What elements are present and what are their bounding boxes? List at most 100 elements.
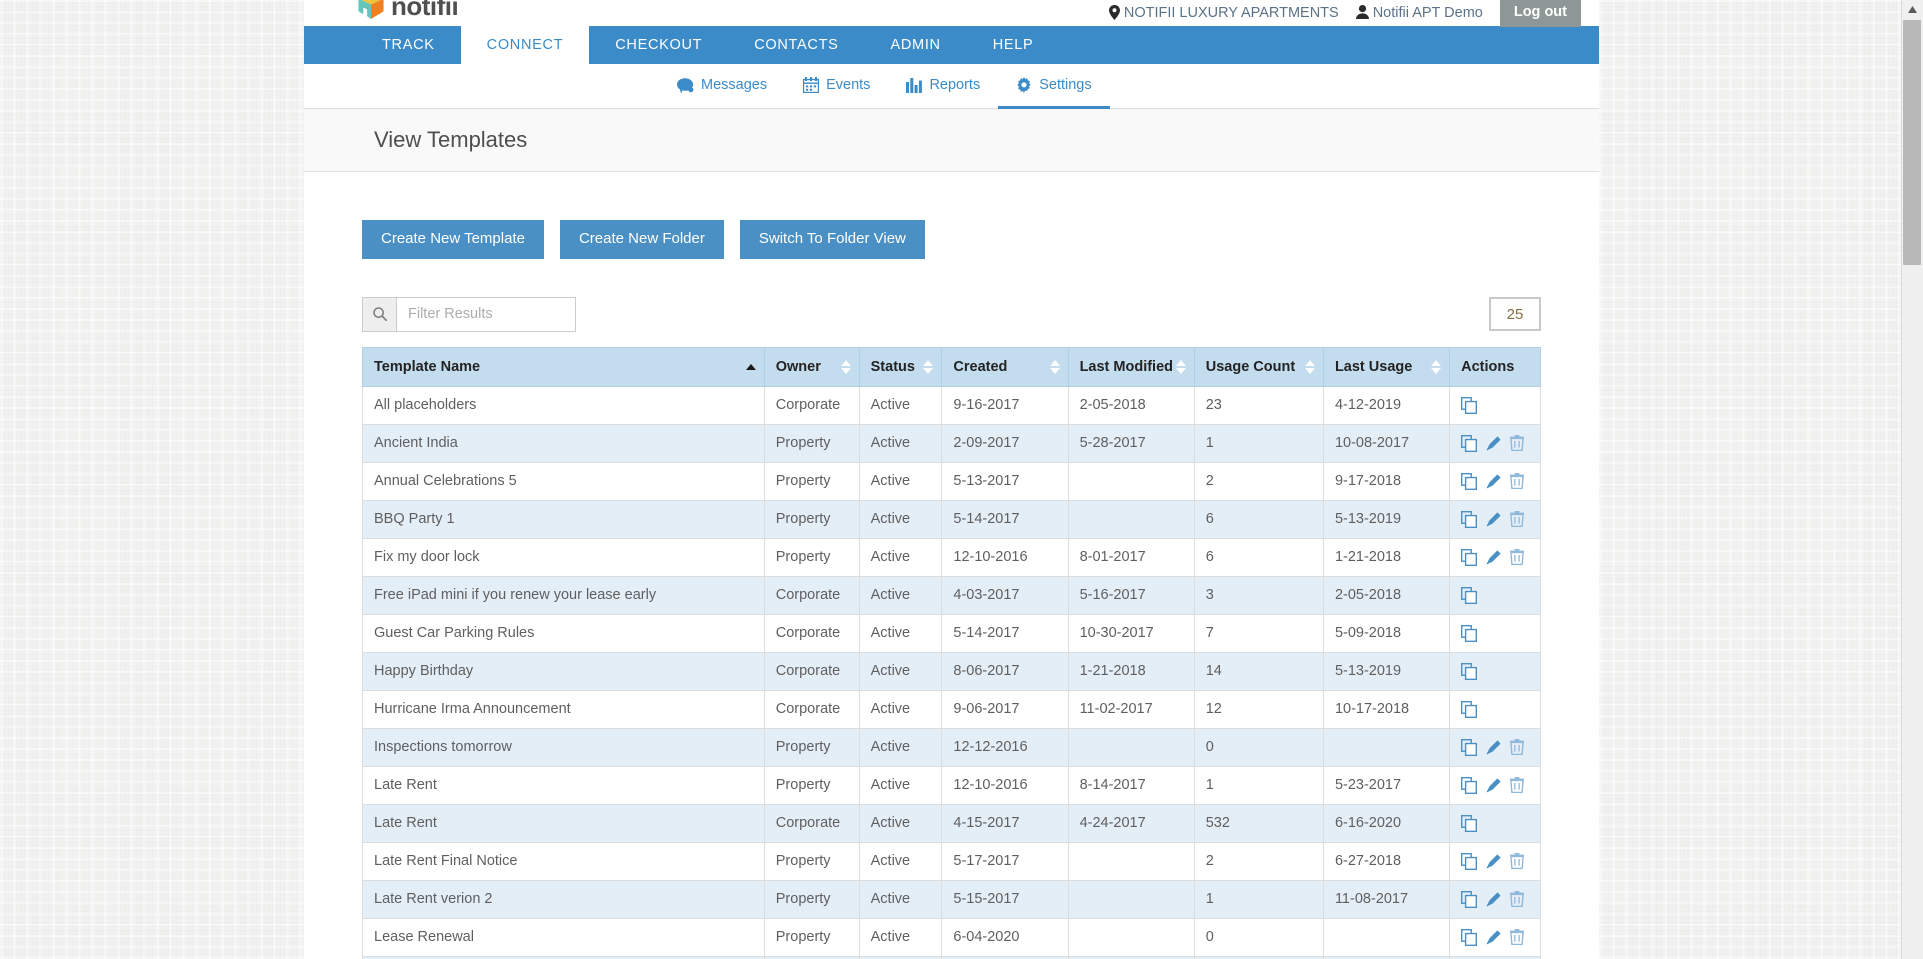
pencil-icon[interactable] [1486,778,1501,793]
subnav-item-events[interactable]: Events [785,64,888,109]
copy-icon[interactable] [1461,511,1477,528]
copy-icon[interactable] [1461,549,1477,566]
mainnav-item-admin[interactable]: ADMIN [865,26,967,64]
create-new-folder-button[interactable]: Create New Folder [560,220,724,259]
table-row[interactable]: Hurricane Irma AnnouncementCorporateActi… [363,690,1541,728]
sort-icon[interactable] [1431,360,1441,374]
pencil-icon[interactable] [1486,854,1501,869]
cell-actions [1450,614,1541,652]
sort-icon[interactable] [841,360,851,374]
copy-icon[interactable] [1461,587,1477,604]
trash-icon[interactable] [1510,739,1524,755]
subnav-item-messages[interactable]: Messages [659,64,785,109]
pencil-icon[interactable] [1486,474,1501,489]
table-header-row: Template Name Owner Status Created [363,347,1541,386]
sort-icon[interactable] [923,360,933,374]
trash-icon[interactable] [1510,777,1524,793]
cell-usage-count: 1 [1194,766,1323,804]
cell-usage-count: 2 [1194,842,1323,880]
table-row[interactable]: Inspections tomorrowPropertyActive12-12-… [363,728,1541,766]
table-row[interactable]: Late RentPropertyActive12-10-20168-14-20… [363,766,1541,804]
calendar-icon [803,77,819,93]
notifii-logo[interactable]: notifii [356,0,458,20]
switch-to-folder-view-button[interactable]: Switch To Folder View [740,220,925,259]
table-row[interactable]: Late Rent verion 2PropertyActive5-15-201… [363,880,1541,918]
sort-asc-icon[interactable] [746,364,756,370]
table-row[interactable]: Ancient IndiaPropertyActive2-09-20175-28… [363,424,1541,462]
table-row[interactable]: BBQ Party 1PropertyActive5-14-2017 65-13… [363,500,1541,538]
table-row[interactable]: Happy BirthdayCorporateActive8-06-20171-… [363,652,1541,690]
trash-icon[interactable] [1510,929,1524,945]
copy-icon[interactable] [1461,777,1477,794]
copy-icon[interactable] [1461,397,1477,414]
subnav-item-reports[interactable]: Reports [888,64,998,109]
cell-last-usage: 10-08-2017 [1323,424,1449,462]
table-row[interactable]: Guest Car Parking RulesCorporateActive5-… [363,614,1541,652]
trash-icon[interactable] [1510,435,1524,451]
current-user-label: Notifii APT Demo [1373,5,1483,21]
trash-icon[interactable] [1510,511,1524,527]
pencil-icon[interactable] [1486,436,1501,451]
pencil-icon[interactable] [1486,550,1501,565]
mainnav-item-checkout[interactable]: CHECKOUT [589,26,728,64]
current-user[interactable]: Notifii APT Demo [1356,5,1483,21]
cell-usage-count: 12 [1194,690,1323,728]
table-row[interactable]: Fix my door lockPropertyActive12-10-2016… [363,538,1541,576]
copy-icon[interactable] [1461,853,1477,870]
create-new-template-button[interactable]: Create New Template [362,220,544,259]
trash-icon[interactable] [1510,473,1524,489]
column-header-last-usage[interactable]: Last Usage [1323,347,1449,386]
column-header-status[interactable]: Status [859,347,942,386]
subnav-item-settings[interactable]: Settings [998,64,1109,109]
filter-input[interactable] [396,297,576,332]
pencil-icon[interactable] [1486,512,1501,527]
page-scrollbar[interactable] [1901,0,1923,959]
trash-icon[interactable] [1510,853,1524,869]
pencil-icon[interactable] [1486,892,1501,907]
table-row[interactable]: Late Rent Final NoticePropertyActive5-17… [363,842,1541,880]
copy-icon[interactable] [1461,701,1477,718]
table-row[interactable]: Free iPad mini if you renew your lease e… [363,576,1541,614]
copy-icon[interactable] [1461,663,1477,680]
column-header-owner[interactable]: Owner [764,347,859,386]
table-row[interactable]: Late RentCorporateActive4-15-20174-24-20… [363,804,1541,842]
scrollbar-up-arrow-icon[interactable] [1903,1,1921,17]
cell-owner: Property [764,728,859,766]
trash-icon[interactable] [1510,549,1524,565]
mainnav-item-connect[interactable]: CONNECT [461,26,590,64]
cell-owner: Property [764,918,859,956]
column-header-label: Template Name [374,359,480,375]
copy-icon[interactable] [1461,473,1477,490]
sort-icon[interactable] [1305,360,1315,374]
sort-icon[interactable] [1176,360,1186,374]
column-header-usage-count[interactable]: Usage Count [1194,347,1323,386]
table-row[interactable]: All placeholdersCorporateActive9-16-2017… [363,386,1541,424]
copy-icon[interactable] [1461,815,1477,832]
column-header-template-name[interactable]: Template Name [363,347,765,386]
pencil-icon[interactable] [1486,930,1501,945]
mainnav-item-contacts[interactable]: CONTACTS [728,26,864,64]
mainnav-item-track[interactable]: TRACK [356,26,461,64]
logout-button[interactable]: Log out [1500,0,1581,27]
current-location[interactable]: NOTIFII LUXURY APARTMENTS [1109,5,1339,22]
table-row[interactable]: Annual Celebrations 5PropertyActive5-13-… [363,462,1541,500]
column-header-created[interactable]: Created [942,347,1068,386]
sort-icon[interactable] [1050,360,1060,374]
page-scrollbar-thumb[interactable] [1903,20,1921,265]
trash-icon[interactable] [1510,891,1524,907]
table-toolbar [362,297,1541,332]
copy-icon[interactable] [1461,625,1477,642]
copy-icon[interactable] [1461,739,1477,756]
page-size-input[interactable] [1489,297,1541,331]
copy-icon[interactable] [1461,891,1477,908]
column-header-last-modified[interactable]: Last Modified [1068,347,1194,386]
pencil-icon[interactable] [1486,740,1501,755]
cell-usage-count: 23 [1194,386,1323,424]
mainnav-item-help[interactable]: HELP [967,26,1060,64]
table-row[interactable]: Lease RenewalPropertyActive6-04-2020 0 [363,918,1541,956]
subnav-item-label: Settings [1039,77,1091,93]
copy-icon[interactable] [1461,435,1477,452]
copy-icon[interactable] [1461,929,1477,946]
cell-actions [1450,576,1541,614]
cell-status: Active [859,576,942,614]
